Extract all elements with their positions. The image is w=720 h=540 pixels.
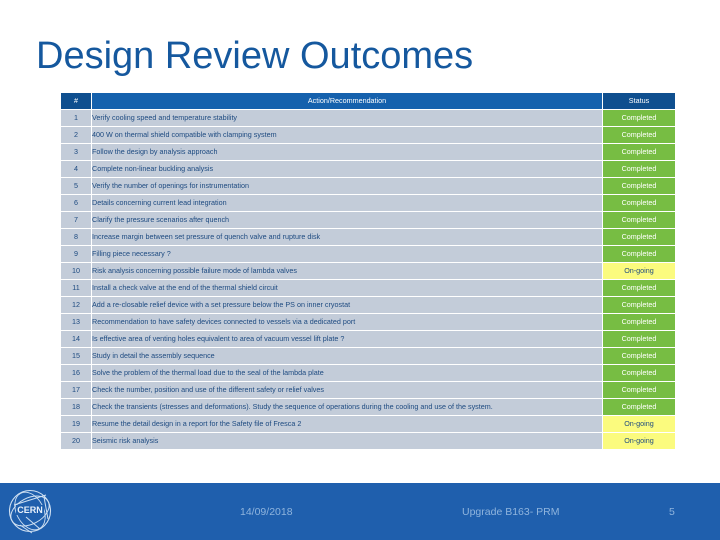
table-row: 11 Install a check valve at the end of th… (61, 280, 675, 296)
row-number: 8 (61, 229, 91, 245)
cern-logo: CERN (8, 489, 52, 534)
table-row: 15 Study in detail the assembly sequence C… (61, 348, 675, 364)
status-badge: On-going (603, 433, 675, 449)
status-badge: Completed (603, 229, 675, 245)
status-badge: Completed (603, 110, 675, 126)
table-row: 3 Follow the design by analysis approach C… (61, 144, 675, 160)
table-row: 20 Seismic risk analysis On-going (61, 433, 675, 449)
status-badge: Completed (603, 297, 675, 313)
table-row: 14 Is effective area of venting holes equ… (61, 331, 675, 347)
footer-subject: Upgrade B163- PRM (462, 505, 560, 518)
row-number: 10 (61, 263, 91, 279)
row-action-text: Risk analysis concerning possible failur… (92, 263, 602, 279)
status-badge: Completed (603, 314, 675, 330)
status-badge: Completed (603, 127, 675, 143)
row-number: 16 (61, 365, 91, 381)
column-header-number: # (61, 93, 91, 109)
outcomes-table: # Action/Recommendation Status 1 Verify c… (60, 92, 676, 450)
status-badge: Completed (603, 280, 675, 296)
table-row: 19 Resume the detail design in a report f… (61, 416, 675, 432)
row-action-text: Study in detail the assembly sequence (92, 348, 602, 364)
row-action-text: Filling piece necessary ? (92, 246, 602, 262)
row-number: 17 (61, 382, 91, 398)
row-action-text: Details concerning current lead integrat… (92, 195, 602, 211)
row-number: 1 (61, 110, 91, 126)
table-row: 1 Verify cooling speed and temperature st… (61, 110, 675, 126)
table-row: 17 Check the number, position and use of … (61, 382, 675, 398)
row-action-text: 400 W on thermal shield compatible with … (92, 127, 602, 143)
row-action-text: Solve the problem of the thermal load du… (92, 365, 602, 381)
column-header-action: Action/Recommendation (92, 93, 602, 109)
table-header-row: # Action/Recommendation Status (61, 93, 675, 109)
row-number: 20 (61, 433, 91, 449)
status-badge: On-going (603, 263, 675, 279)
row-number: 12 (61, 297, 91, 313)
row-number: 2 (61, 127, 91, 143)
row-number: 13 (61, 314, 91, 330)
table-row: 18 Check the transients (stresses and def… (61, 399, 675, 415)
row-action-text: Clarify the pressure scenarios after que… (92, 212, 602, 228)
table-row: 4 Complete non-linear buckling analysis Co… (61, 161, 675, 177)
row-action-text: Check the number, position and use of th… (92, 382, 602, 398)
table-row: 13 Recommendation to have safety devices … (61, 314, 675, 330)
row-number: 9 (61, 246, 91, 262)
table-row: 5 Verify the number of openings for instr… (61, 178, 675, 194)
row-action-text: Follow the design by analysis approach (92, 144, 602, 160)
row-action-text: Verify cooling speed and temperature sta… (92, 110, 602, 126)
slide-footer: CERN 14/09/2018 Upgrade B163- PRM 5 (0, 483, 720, 540)
status-badge: Completed (603, 246, 675, 262)
status-badge: On-going (603, 416, 675, 432)
status-badge: Completed (603, 212, 675, 228)
row-number: 15 (61, 348, 91, 364)
table-row: 6 Details concerning current lead integra… (61, 195, 675, 211)
table-header: # Action/Recommendation Status (61, 93, 675, 109)
row-number: 5 (61, 178, 91, 194)
table-row: 2 400 W on thermal shield compatible with… (61, 127, 675, 143)
row-action-text: Is effective area of venting holes equiv… (92, 331, 602, 347)
status-badge: Completed (603, 365, 675, 381)
row-action-text: Check the transients (stresses and defor… (92, 399, 602, 415)
status-badge: Completed (603, 195, 675, 211)
status-badge: Completed (603, 348, 675, 364)
row-action-text: Verify the number of openings for instru… (92, 178, 602, 194)
status-badge: Completed (603, 399, 675, 415)
row-number: 3 (61, 144, 91, 160)
row-number: 4 (61, 161, 91, 177)
table-body: 1 Verify cooling speed and temperature st… (61, 110, 675, 449)
outcomes-table-container: # Action/Recommendation Status 1 Verify c… (60, 92, 676, 450)
row-action-text: Install a check valve at the end of the … (92, 280, 602, 296)
row-number: 19 (61, 416, 91, 432)
footer-date: 14/09/2018 (240, 505, 293, 518)
table-row: 10 Risk analysis concerning possible fail… (61, 263, 675, 279)
status-badge: Completed (603, 178, 675, 194)
page-title: Design Review Outcomes (36, 35, 474, 77)
table-row: 7 Clarify the pressure scenarios after qu… (61, 212, 675, 228)
status-badge: Completed (603, 161, 675, 177)
row-number: 18 (61, 399, 91, 415)
row-action-text: Seismic risk analysis (92, 433, 602, 449)
table-row: 16 Solve the problem of the thermal load … (61, 365, 675, 381)
footer-page-number: 5 (669, 505, 675, 518)
row-number: 6 (61, 195, 91, 211)
table-row: 8 Increase margin between set pressure of… (61, 229, 675, 245)
row-action-text: Complete non-linear buckling analysis (92, 161, 602, 177)
status-badge: Completed (603, 331, 675, 347)
table-row: 9 Filling piece necessary ? Completed (61, 246, 675, 262)
table-row: 12 Add a re-closable relief device with a… (61, 297, 675, 313)
row-action-text: Resume the detail design in a report for… (92, 416, 602, 432)
cern-logo-text: CERN (17, 505, 43, 515)
row-number: 7 (61, 212, 91, 228)
status-badge: Completed (603, 144, 675, 160)
column-header-status: Status (603, 93, 675, 109)
row-action-text: Recommendation to have safety devices co… (92, 314, 602, 330)
row-number: 11 (61, 280, 91, 296)
row-action-text: Increase margin between set pressure of … (92, 229, 602, 245)
row-number: 14 (61, 331, 91, 347)
row-action-text: Add a re-closable relief device with a s… (92, 297, 602, 313)
status-badge: Completed (603, 382, 675, 398)
